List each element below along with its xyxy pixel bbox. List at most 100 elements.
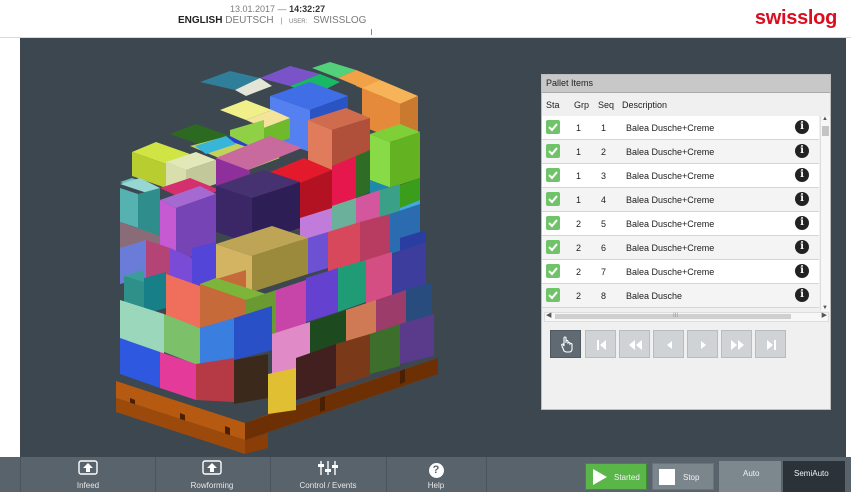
row-grp: 1 [576, 123, 582, 133]
fast-forward-icon [731, 340, 744, 350]
semiauto-label: SemiAuto [794, 469, 829, 478]
table-row[interactable]: 1 1 Balea Dusche+Creme i [542, 116, 819, 140]
stop-button[interactable]: Stop [652, 463, 714, 490]
row-grp: 1 [576, 195, 582, 205]
scroll-left-icon[interactable]: ◀ [546, 311, 551, 319]
row-grp: 2 [576, 267, 582, 277]
user-name: SWISSLOG [313, 15, 367, 26]
col-seq: Seq [598, 100, 615, 110]
started-button[interactable]: Started [585, 463, 647, 490]
table-row[interactable]: 1 4 Balea Dusche+Creme i [542, 188, 819, 212]
horizontal-scrollbar[interactable]: ◀ III ▶ [544, 312, 829, 322]
row-seq: 8 [601, 291, 607, 301]
tab-help-label: Help [427, 481, 445, 490]
table-row[interactable]: 2 8 Balea Dusche i [542, 284, 819, 308]
first-icon [597, 340, 606, 350]
check-icon [546, 120, 560, 134]
info-icon[interactable]: i [795, 168, 809, 182]
table-row[interactable]: 1 3 Balea Dusche+Creme i [542, 164, 819, 188]
pallet-boxes [120, 62, 434, 414]
language-deutsch-link[interactable]: DEUTSCH [225, 15, 273, 26]
row-seq: 4 [601, 195, 607, 205]
pallet-items-list: 1 1 Balea Dusche+Creme i 1 2 Balea Dusche+Crem… [542, 116, 819, 311]
check-icon [546, 168, 560, 182]
swisslog-logo: swisslog [754, 7, 837, 29]
help-icon: ? [386, 460, 486, 478]
tab-rowforming[interactable]: Rowforming [154, 457, 271, 492]
user-label: USER: [288, 19, 308, 25]
row-grp: 2 [576, 219, 582, 229]
row-description: Balea Dusche+Creme [626, 147, 715, 157]
scroll-up-icon[interactable]: ▲ [822, 116, 828, 122]
row-description: Balea Dusche+Creme [626, 219, 715, 229]
col-sta: Sta [546, 100, 560, 110]
pallet-3d-view[interactable] [20, 38, 535, 457]
row-seq: 2 [601, 147, 607, 157]
fast-back-icon [629, 340, 642, 350]
tab-help[interactable]: ? Help [386, 457, 487, 492]
row-grp: 1 [576, 147, 582, 157]
right-edge [846, 38, 851, 457]
row-grp: 2 [576, 291, 582, 301]
table-header: Sta Grp Seq Description [542, 93, 830, 115]
info-icon[interactable]: i [795, 120, 809, 134]
scroll-right-icon[interactable]: ▶ [822, 311, 827, 319]
back-button[interactable] [653, 330, 684, 358]
stop-icon [659, 469, 675, 485]
table-row[interactable]: 1 2 Balea Dusche+Creme i [542, 140, 819, 164]
check-icon [546, 288, 560, 302]
tab-infeed[interactable]: Infeed [20, 457, 156, 492]
check-icon [546, 144, 560, 158]
stop-label: Stop [683, 473, 700, 482]
help-glyph: ? [428, 463, 444, 478]
auto-label: Auto [743, 469, 760, 478]
language-english-link[interactable]: ENGLISH [178, 15, 222, 26]
last-icon [767, 340, 776, 350]
sliders-icon [318, 461, 338, 475]
fast-forward-button[interactable] [721, 330, 752, 358]
check-icon [546, 192, 560, 206]
pallet-items-panel: Pallet Items Sta Grp Seq Description 1 1 B… [541, 74, 831, 410]
scroll-thumb[interactable] [822, 126, 829, 136]
time-text: 14:32:27 [289, 4, 326, 14]
fast-back-button[interactable] [619, 330, 650, 358]
forward-button[interactable] [687, 330, 718, 358]
language-bar: ENGLISH DEUTSCH | USER: SWISSLOG [178, 15, 366, 26]
table-row[interactable]: 2 6 Balea Dusche+Creme i [542, 236, 819, 260]
info-icon[interactable]: i [795, 288, 809, 302]
table-row[interactable]: 2 7 Balea Dusche+Creme i [542, 260, 819, 284]
info-icon[interactable]: i [795, 192, 809, 206]
main-view: Pallet Items Sta Grp Seq Description 1 1 B… [20, 38, 846, 457]
auto-mode-button[interactable]: Auto [719, 461, 781, 492]
date-time: 13.01.2017 — 14:32:27 [230, 4, 325, 14]
play-icon [593, 469, 607, 485]
row-seq: 1 [601, 123, 607, 133]
row-grp: 1 [576, 171, 582, 181]
first-button[interactable] [585, 330, 616, 358]
semiauto-mode-button[interactable]: SemiAuto [783, 461, 845, 492]
info-icon[interactable]: i [795, 216, 809, 230]
check-icon [546, 264, 560, 278]
hand-button[interactable] [550, 330, 581, 358]
started-label: Started [614, 473, 640, 482]
infeed-icon [78, 460, 98, 475]
last-button[interactable] [755, 330, 786, 358]
col-grp: Grp [574, 100, 590, 110]
panel-title: Pallet Items [542, 75, 830, 93]
row-description: Balea Dusche+Creme [626, 195, 715, 205]
tab-control-events-label: Control / Events [299, 481, 357, 490]
forward-icon [701, 341, 706, 349]
info-icon[interactable]: i [795, 240, 809, 254]
info-icon[interactable]: i [795, 144, 809, 158]
text-cursor [371, 29, 372, 35]
row-description: Balea Dusche+Creme [626, 171, 715, 181]
tab-control-events[interactable]: Control / Events [270, 457, 387, 492]
rowforming-icon [202, 460, 222, 475]
separator: | [280, 18, 283, 25]
top-bar: 13.01.2017 — 14:32:27 ENGLISH DEUTSCH | … [0, 0, 851, 38]
table-row[interactable]: 2 5 Balea Dusche+Creme i [542, 212, 819, 236]
check-icon [546, 240, 560, 254]
vertical-scrollbar[interactable]: ▲ ▼ [820, 116, 830, 311]
hand-icon [561, 336, 573, 353]
info-icon[interactable]: i [795, 264, 809, 278]
